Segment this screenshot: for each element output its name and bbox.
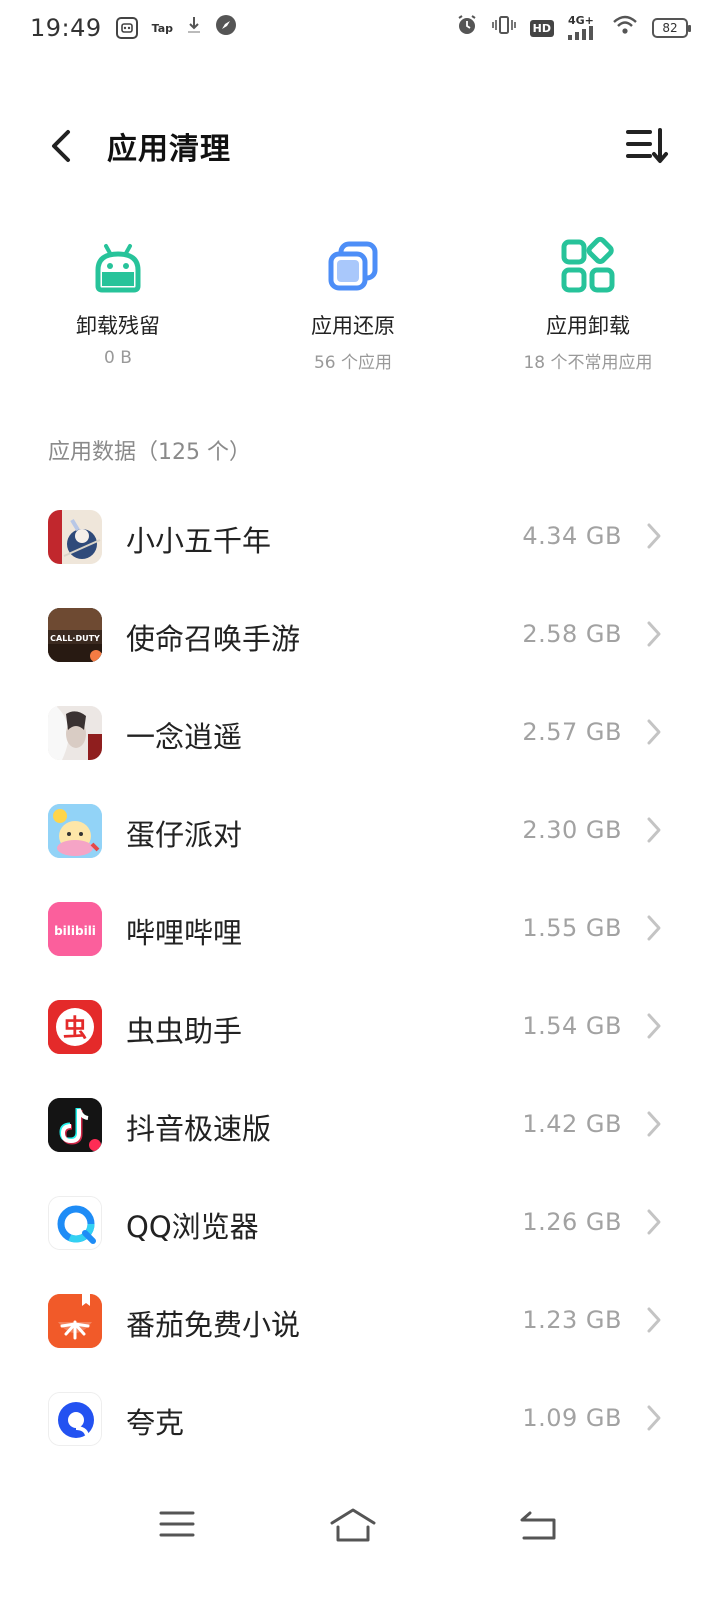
app-row-bilibili[interactable]: bilibili 哔哩哔哩 1.55 GB xyxy=(0,880,720,978)
app-data-section-label: 应用数据（125 个） xyxy=(48,440,251,465)
cellular-signal-icon: 4G+ xyxy=(568,14,598,40)
notification-app-icon xyxy=(115,17,138,39)
app-name: 哔哩哔哩 xyxy=(126,916,243,950)
quick-action-sub: 18 个不常用应用 xyxy=(523,353,653,373)
chevron-right-icon xyxy=(647,1209,661,1235)
douyin-lite-icon xyxy=(48,1098,102,1152)
status-right: HD 4G+ 82 xyxy=(456,14,691,42)
app-size: 1.09 GB xyxy=(522,1404,622,1432)
chongchong-helper-icon: 虫 xyxy=(48,1000,102,1054)
cod-icon-text: CALL·DUTY xyxy=(50,634,100,643)
chevron-right-icon xyxy=(647,817,661,843)
app-size: 2.30 GB xyxy=(522,816,622,844)
app-name: 小小五千年 xyxy=(126,524,272,558)
quick-actions: 卸载残留 0 B 应用还原 56 个应用 应用卸载 18 个不常用应用 xyxy=(0,236,720,376)
compass-notification-icon xyxy=(215,14,237,42)
call-of-duty-icon: CALL·DUTY xyxy=(48,608,102,662)
quick-action-label: 应用卸载 xyxy=(546,314,630,338)
app-name: QQ浏览器 xyxy=(126,1210,259,1244)
bilibili-icon: bilibili xyxy=(48,902,102,956)
wifi-icon xyxy=(612,15,638,41)
app-row-chongchong[interactable]: 虫 虫虫助手 1.54 GB xyxy=(0,978,720,1076)
vibrate-icon xyxy=(491,14,516,42)
yinian-xiaoyao-icon xyxy=(48,706,102,760)
home-nav-button[interactable] xyxy=(328,1504,378,1544)
app-row-xiaoxiao[interactable]: 小小五千年 4.34 GB xyxy=(0,488,720,586)
app-size: 1.55 GB xyxy=(522,914,622,942)
app-size: 2.58 GB xyxy=(522,620,622,648)
download-icon xyxy=(187,15,201,41)
fanqie-novel-icon xyxy=(48,1294,102,1348)
app-row-quark[interactable]: 夸克 1.09 GB xyxy=(0,1370,720,1468)
chevron-right-icon xyxy=(647,523,661,549)
residual-cleanup-action[interactable]: 卸载残留 0 B xyxy=(8,236,228,368)
battery-icon: 82 xyxy=(652,18,691,38)
bilibili-icon-text: bilibili xyxy=(54,924,96,938)
app-row-yinian[interactable]: 一念逍遥 2.57 GB xyxy=(0,684,720,782)
status-time: 19:49 xyxy=(30,14,102,42)
menu-icon xyxy=(159,1511,195,1537)
chevron-left-icon xyxy=(52,130,70,162)
chevron-right-icon xyxy=(647,1111,661,1137)
app-name: 使命召唤手游 xyxy=(126,622,301,656)
chevron-right-icon xyxy=(647,719,661,745)
quick-action-sub: 56 个应用 xyxy=(313,353,393,373)
xiaoxiao-wuqiannian-icon xyxy=(48,510,102,564)
hd-voice-icon: HD xyxy=(529,19,554,37)
app-row-qqbrowser[interactable]: QQ浏览器 1.26 GB xyxy=(0,1174,720,1272)
app-row-douyin[interactable]: 抖音极速版 1.42 GB xyxy=(0,1076,720,1174)
chevron-right-icon xyxy=(647,1013,661,1039)
layers-icon xyxy=(328,241,378,291)
eggy-party-icon xyxy=(48,804,102,858)
tap-notification-icon: Tap xyxy=(151,21,174,35)
app-size: 1.26 GB xyxy=(522,1208,622,1236)
home-icon xyxy=(330,1508,376,1542)
back-nav-button[interactable] xyxy=(514,1504,564,1544)
app-uninstall-action[interactable]: 应用卸载 18 个不常用应用 xyxy=(478,236,698,373)
app-name: 蛋仔派对 xyxy=(126,818,243,852)
system-navigation-bar xyxy=(0,1490,720,1570)
chevron-right-icon xyxy=(647,1307,661,1333)
page-title: 应用清理 xyxy=(107,132,231,167)
app-size: 4.34 GB xyxy=(522,522,622,550)
chevron-right-icon xyxy=(647,1405,661,1431)
chevron-right-icon xyxy=(647,915,661,941)
app-size: 1.42 GB xyxy=(522,1110,622,1138)
sort-icon xyxy=(626,128,668,163)
app-row-danzai[interactable]: 蛋仔派对 2.30 GB xyxy=(0,782,720,880)
app-size: 1.23 GB xyxy=(522,1306,622,1334)
back-arrow-icon xyxy=(520,1511,556,1540)
app-restore-action[interactable]: 应用还原 56 个应用 xyxy=(243,236,463,373)
chongchong-icon-text: 虫 xyxy=(63,1014,87,1042)
menu-nav-button[interactable] xyxy=(152,1504,202,1544)
status-bar: 19:49 Tap HD 4G+ 82 xyxy=(0,0,720,56)
alarm-icon xyxy=(456,14,478,42)
qq-browser-icon xyxy=(48,1196,102,1250)
app-header: 应用清理 xyxy=(0,110,720,182)
app-name: 夸克 xyxy=(126,1406,185,1440)
app-size: 2.57 GB xyxy=(522,718,622,746)
network-type-label: 4G+ xyxy=(568,14,594,27)
app-row-codm[interactable]: CALL·DUTY 使命召唤手游 2.58 GB xyxy=(0,586,720,684)
quark-icon xyxy=(48,1392,102,1446)
grid-apps-icon xyxy=(561,236,615,293)
app-size: 1.54 GB xyxy=(522,1012,622,1040)
screen: 19:49 Tap HD 4G+ 82 应用清理 卸载残留 0 B 应用还原 5… xyxy=(0,0,720,1600)
android-icon xyxy=(95,244,141,293)
app-name: 一念逍遥 xyxy=(126,720,243,754)
back-button[interactable] xyxy=(40,124,84,168)
app-name: 番茄免费小说 xyxy=(126,1308,301,1342)
quick-action-sub: 0 B xyxy=(104,348,132,368)
app-row-fanqie[interactable]: 番茄免费小说 1.23 GB xyxy=(0,1272,720,1370)
app-list: 小小五千年 4.34 GB CALL·DUTY 使命召唤手游 2.58 GB 一… xyxy=(0,488,720,1468)
quick-action-label: 卸载残留 xyxy=(76,314,160,338)
status-left: 19:49 Tap xyxy=(30,14,237,42)
quick-action-label: 应用还原 xyxy=(311,314,395,338)
app-name: 虫虫助手 xyxy=(126,1014,243,1048)
chevron-right-icon xyxy=(647,621,661,647)
sort-button[interactable] xyxy=(624,124,670,168)
app-name: 抖音极速版 xyxy=(126,1112,272,1146)
